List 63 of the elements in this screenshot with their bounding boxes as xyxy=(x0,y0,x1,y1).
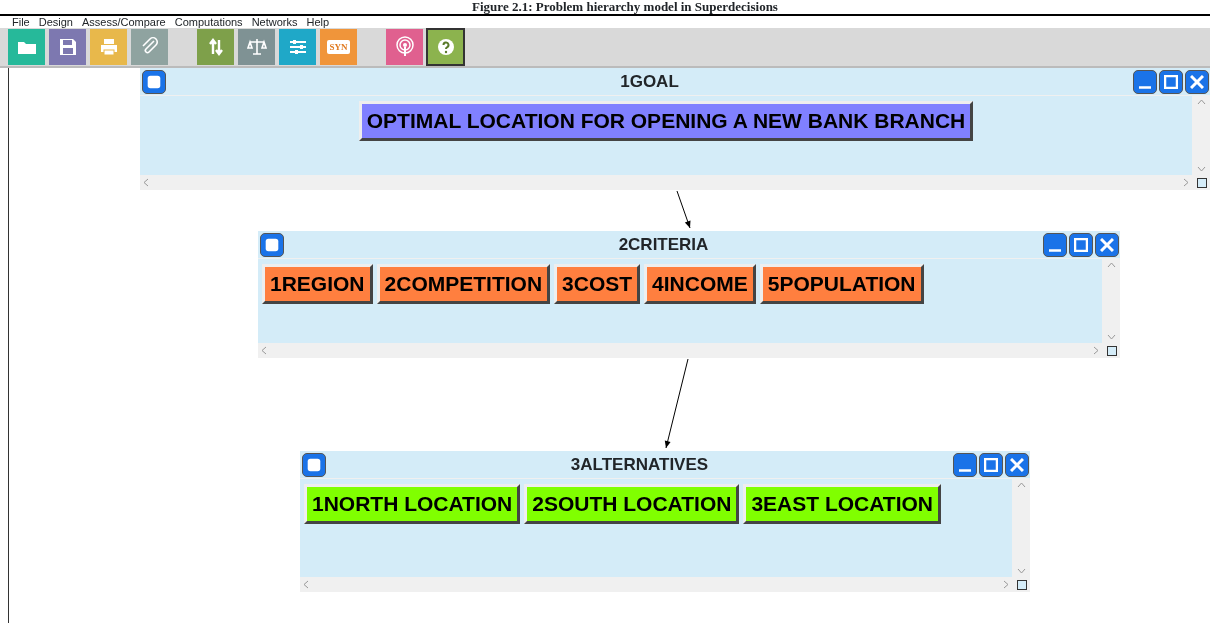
maximize-button[interactable] xyxy=(1159,69,1183,94)
open-button[interactable] xyxy=(8,29,45,65)
resize-grip-icon[interactable] xyxy=(1197,177,1207,188)
node-button[interactable]: 2COMPETITION xyxy=(376,264,551,304)
menu-item[interactable]: File xyxy=(12,16,30,28)
window-menu-button[interactable] xyxy=(142,69,166,94)
close-button[interactable] xyxy=(1185,69,1209,94)
minimize-button[interactable] xyxy=(1043,232,1067,257)
scroll-right-icon[interactable] xyxy=(1003,580,1009,589)
close-button[interactable] xyxy=(1005,452,1029,477)
scroll-down-icon[interactable] xyxy=(1106,334,1116,340)
minimize-icon xyxy=(959,469,971,472)
scroll-left-icon[interactable] xyxy=(261,346,267,355)
figure-caption: Figure 2.1: Problem hierarchy model in Superdecisions xyxy=(472,0,778,14)
scale-button[interactable] xyxy=(238,29,275,65)
resize-grip-icon[interactable] xyxy=(1017,579,1027,590)
node-button[interactable]: 5POPULATION xyxy=(759,264,924,304)
scroll-left-icon[interactable] xyxy=(143,178,149,187)
scroll-up-icon[interactable] xyxy=(1106,262,1116,268)
cluster-title: 1GOAL xyxy=(619,70,680,93)
scroll-down-icon[interactable] xyxy=(1196,166,1206,172)
minimize-icon xyxy=(1139,86,1151,89)
minimize-icon xyxy=(1049,249,1061,252)
resize-grip-icon[interactable] xyxy=(1107,345,1117,356)
link-arrow xyxy=(676,190,691,229)
refresh-button[interactable] xyxy=(197,29,234,65)
scroll-up-icon[interactable] xyxy=(1196,99,1206,105)
close-button[interactable] xyxy=(1095,232,1119,257)
node-button[interactable]: 3EAST LOCATION xyxy=(743,484,942,524)
menu-item[interactable]: Computations xyxy=(174,16,243,28)
window-menu-button[interactable] xyxy=(302,452,326,477)
node-button[interactable]: 2SOUTH LOCATION xyxy=(524,484,740,524)
window-menu-button[interactable] xyxy=(260,232,284,257)
close-icon xyxy=(1010,457,1024,472)
save-button[interactable] xyxy=(49,29,86,65)
sliders-button[interactable] xyxy=(279,29,316,65)
maximize-button[interactable] xyxy=(1069,232,1093,257)
menu-item[interactable]: Design xyxy=(38,16,73,28)
minimize-button[interactable] xyxy=(953,452,977,477)
menu-item[interactable]: Assess/Compare xyxy=(82,16,166,28)
maximize-icon xyxy=(1074,237,1088,252)
scroll-up-icon[interactable] xyxy=(1016,482,1026,488)
help-button[interactable] xyxy=(427,29,464,65)
scroll-right-icon[interactable] xyxy=(1183,178,1189,187)
print-button[interactable] xyxy=(90,29,127,65)
close-icon xyxy=(1100,237,1114,252)
node-button[interactable]: 4INCOME xyxy=(644,264,756,304)
minimize-button[interactable] xyxy=(1133,69,1157,94)
node-button[interactable]: 1NORTH LOCATION xyxy=(304,484,521,524)
maximize-icon xyxy=(984,457,998,472)
cluster-title: 3ALTERNATIVES xyxy=(569,453,710,476)
node-button[interactable]: OPTIMAL LOCATION FOR OPENING A NEW BANK BRANCH xyxy=(358,101,974,141)
scroll-left-icon[interactable] xyxy=(303,580,309,589)
maximize-icon xyxy=(1164,74,1178,89)
close-icon xyxy=(1190,74,1204,89)
cluster-title: 2CRITERIA xyxy=(617,233,710,256)
node-button[interactable]: 1REGION xyxy=(262,264,373,304)
maximize-button[interactable] xyxy=(979,452,1003,477)
menu-item[interactable]: Networks xyxy=(251,16,298,28)
menu-item[interactable]: Help xyxy=(306,16,330,28)
scroll-down-icon[interactable] xyxy=(1016,568,1026,574)
scroll-right-icon[interactable] xyxy=(1093,346,1099,355)
node-button[interactable]: 3COST xyxy=(554,264,641,304)
